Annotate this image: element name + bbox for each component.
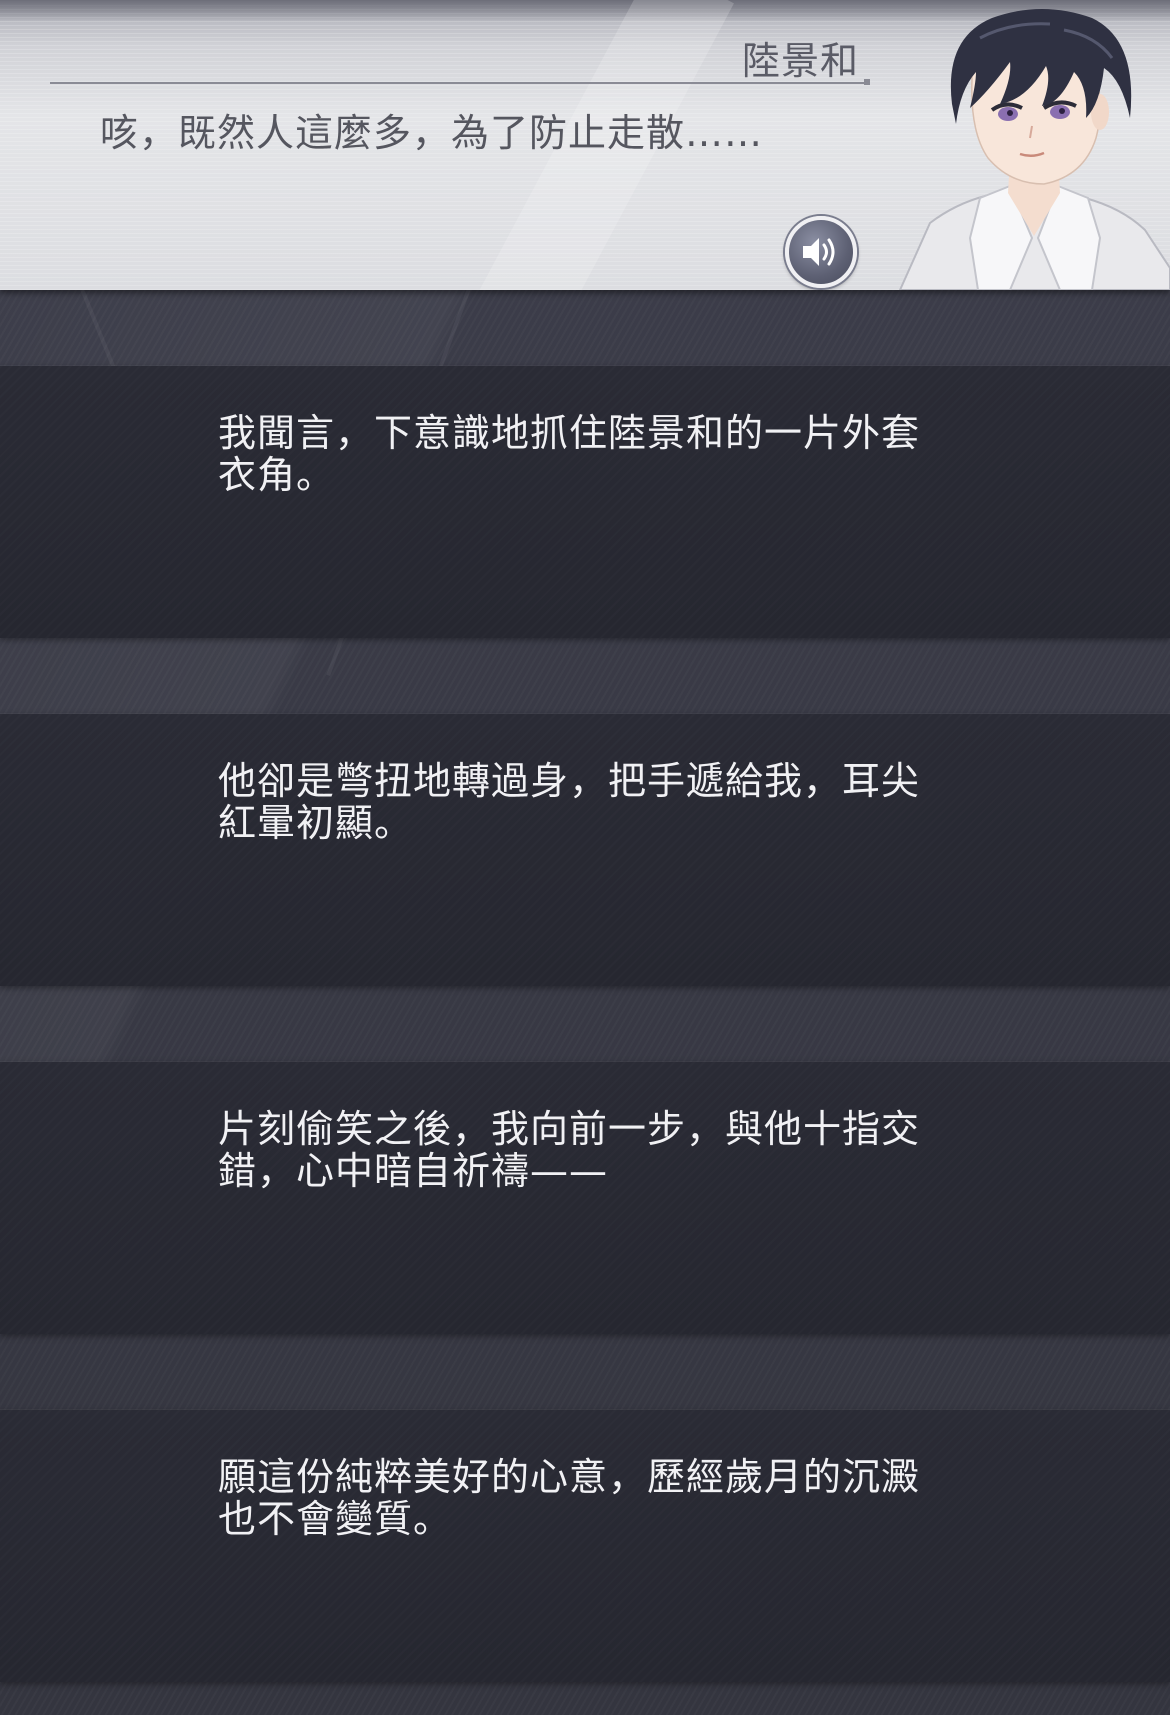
- dialogue-text: 咳，既然人這麼多，為了防止走散……: [100, 111, 764, 155]
- speaker-volume-icon: [803, 238, 835, 266]
- narration-text: 片刻偷笑之後，我向前一步，與他十指交 錯，心中暗自祈禱——: [218, 1108, 948, 1192]
- voice-play-button[interactable]: [785, 216, 857, 288]
- narration-panel[interactable]: 願這份純粹美好的心意，歷經歲月的沉澱 也不會變質。: [0, 1410, 1170, 1682]
- narration-line: 他卻是彆扭地轉過身，把手遞給我，耳尖: [218, 759, 921, 803]
- narration-line: 也不會變質。: [218, 1497, 453, 1541]
- character-portrait: [860, 8, 1170, 290]
- narration-line: 我聞言，下意識地抓住陸景和的一片外套: [218, 411, 921, 455]
- narration-line: 片刻偷笑之後，我向前一步，與他十指交: [218, 1107, 921, 1151]
- narration-line: 願這份純粹美好的心意，歷經歲月的沉澱: [218, 1455, 921, 1499]
- dialogue-box[interactable]: 陸景和 咳，既然人這麼多，為了防止走散……: [0, 0, 1170, 290]
- name-divider: [50, 79, 870, 85]
- narration-text: 我聞言，下意識地抓住陸景和的一片外套 衣角。: [218, 412, 948, 496]
- narration-line: 衣角。: [218, 453, 336, 497]
- narration-panel[interactable]: 我聞言，下意識地抓住陸景和的一片外套 衣角。: [0, 366, 1170, 638]
- narration-line: 錯，心中暗自祈禱——: [218, 1149, 609, 1193]
- narration-panel[interactable]: 他卻是彆扭地轉過身，把手遞給我，耳尖 紅暈初顯。: [0, 714, 1170, 986]
- narration-text: 他卻是彆扭地轉過身，把手遞給我，耳尖 紅暈初顯。: [218, 760, 948, 844]
- speaker-name: 陸景和: [742, 39, 860, 83]
- narration-line: 紅暈初顯。: [218, 801, 414, 845]
- narration-text: 願這份純粹美好的心意，歷經歲月的沉澱 也不會變質。: [218, 1456, 948, 1540]
- narration-panel[interactable]: 片刻偷笑之後，我向前一步，與他十指交 錯，心中暗自祈禱——: [0, 1062, 1170, 1334]
